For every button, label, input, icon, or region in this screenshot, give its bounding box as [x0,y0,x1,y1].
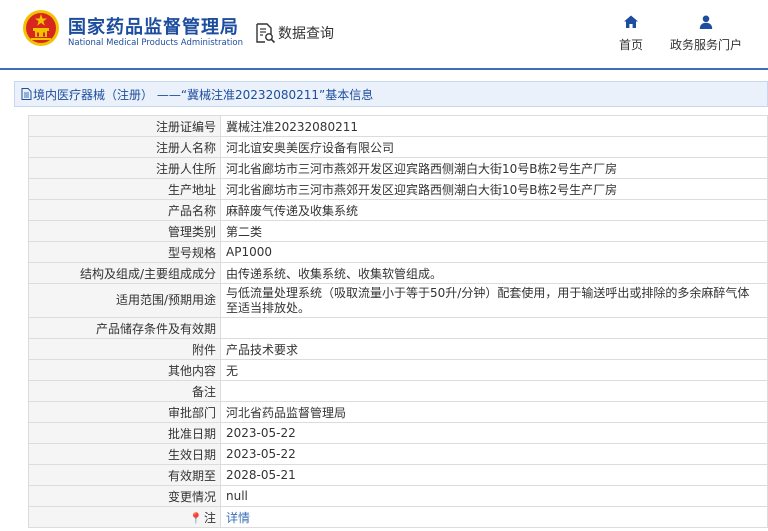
field-label: 型号规格 [28,241,221,263]
table-row: 备注 [28,380,768,402]
field-value: 2023-05-22 [220,443,768,465]
table-row: 其他内容 无 [28,359,768,381]
site-subtitle: National Medical Products Administration [68,38,243,48]
field-label: 注 [203,510,216,525]
field-value: 麻醉废气传递及收集系统 [220,199,768,221]
table-row: 注册人名称 河北谊安奥美医疗设备有限公司 [28,136,768,158]
field-value: 河北省药品监督管理局 [220,401,768,423]
table-row: 变更情况 null [28,485,768,507]
site-header: 国家药品监督管理局 National Medical Products Admi… [0,0,768,70]
field-label: 备注 [28,380,221,402]
field-value: 河北省廊坊市三河市燕郊开发区迎宾路西侧潮白大街10号B栋2号生产厂房 [220,157,768,179]
national-emblem-icon [23,10,59,46]
field-label: 产品储存条件及有效期 [28,317,221,339]
table-row: 📍注 详情 [28,506,768,528]
field-value: AP1000 [220,241,768,263]
table-row: 管理类别 第二类 [28,220,768,242]
table-row: 附件 产品技术要求 [28,338,768,360]
field-label: 管理类别 [28,220,221,242]
field-label: 附件 [28,338,221,360]
table-row: 注册人住所 河北省廊坊市三河市燕郊开发区迎宾路西侧潮白大街10号B栋2号生产厂房 [28,157,768,179]
field-value [220,317,768,339]
table-row: 生效日期 2023-05-22 [28,443,768,465]
field-label: 变更情况 [28,485,221,507]
field-label: 生效日期 [28,443,221,465]
breadcrumb-text: 境内医疗器械（注册） ——“冀械注准20232080211”基本信息 [33,87,374,102]
field-value: 冀械注准20232080211 [220,115,768,137]
home-icon [624,15,638,28]
nav-home[interactable]: 首页 [612,14,650,56]
field-label: 有效期至 [28,464,221,486]
nav-government-services[interactable]: 政务服务门户 [666,14,746,56]
table-row: 生产地址 河北省廊坊市三河市燕郊开发区迎宾路西侧潮白大街10号B栋2号生产厂房 [28,178,768,200]
field-value: 无 [220,359,768,381]
field-value: 河北谊安奥美医疗设备有限公司 [220,136,768,158]
field-value: 河北省廊坊市三河市燕郊开发区迎宾路西侧潮白大街10号B栋2号生产厂房 [220,178,768,200]
table-row: 注册证编号 冀械注准20232080211 [28,115,768,137]
field-label: 注册证编号 [28,115,221,137]
nav-services-label: 政务服务门户 [669,38,742,52]
field-value: 2023-05-22 [220,422,768,444]
table-row: 审批部门 河北省药品监督管理局 [28,401,768,423]
field-label: 产品名称 [28,199,221,221]
table-row: 产品名称 麻醉废气传递及收集系统 [28,199,768,221]
table-row: 适用范围/预期用途 与低流量处理系统（吸取流量小于等于50升/分钟）配套使用，用… [28,283,768,318]
field-value: 由传递系统、收集系统、收集软管组成。 [220,262,768,284]
table-row: 产品储存条件及有效期 [28,317,768,339]
field-label: 审批部门 [28,401,221,423]
field-label: 适用范围/预期用途 [28,283,221,318]
data-query-label: 数据查询 [278,26,334,42]
data-query-link[interactable]: 数据查询 [254,20,334,46]
registration-info-table: 注册证编号 冀械注准20232080211 注册人名称 河北谊安奥美医疗设备有限… [28,115,768,528]
table-row: 型号规格 AP1000 [28,241,768,263]
nav-home-label: 首页 [618,38,643,52]
field-value: 2028-05-21 [220,464,768,486]
site-title: 国家药品监督管理局 [68,17,239,38]
field-label: 生产地址 [28,178,221,200]
field-value: 与低流量处理系统（吸取流量小于等于50升/分钟）配套使用，用于输送呼出或排除的多… [220,283,768,318]
user-icon [699,15,713,29]
details-link[interactable]: 详情 [226,511,250,525]
table-row: 有效期至 2028-05-21 [28,464,768,486]
table-row: 批准日期 2023-05-22 [28,422,768,444]
field-value: 产品技术要求 [220,338,768,360]
note-label-cell: 📍注 [28,506,221,528]
pin-icon: 📍 [189,511,203,525]
field-label: 注册人名称 [28,136,221,158]
field-value: 第二类 [220,220,768,242]
table-row: 结构及组成/主要组成成分 由传递系统、收集系统、收集软管组成。 [28,262,768,284]
document-icon [21,88,32,100]
search-document-icon [256,23,276,44]
field-value: 详情 [220,506,768,528]
field-label: 批准日期 [28,422,221,444]
breadcrumb: 境内医疗器械（注册） ——“冀械注准20232080211”基本信息 [14,81,768,107]
field-label: 结构及组成/主要组成成分 [28,262,221,284]
field-value: null [220,485,768,507]
field-label: 注册人住所 [28,157,221,179]
field-label: 其他内容 [28,359,221,381]
field-value [220,380,768,402]
